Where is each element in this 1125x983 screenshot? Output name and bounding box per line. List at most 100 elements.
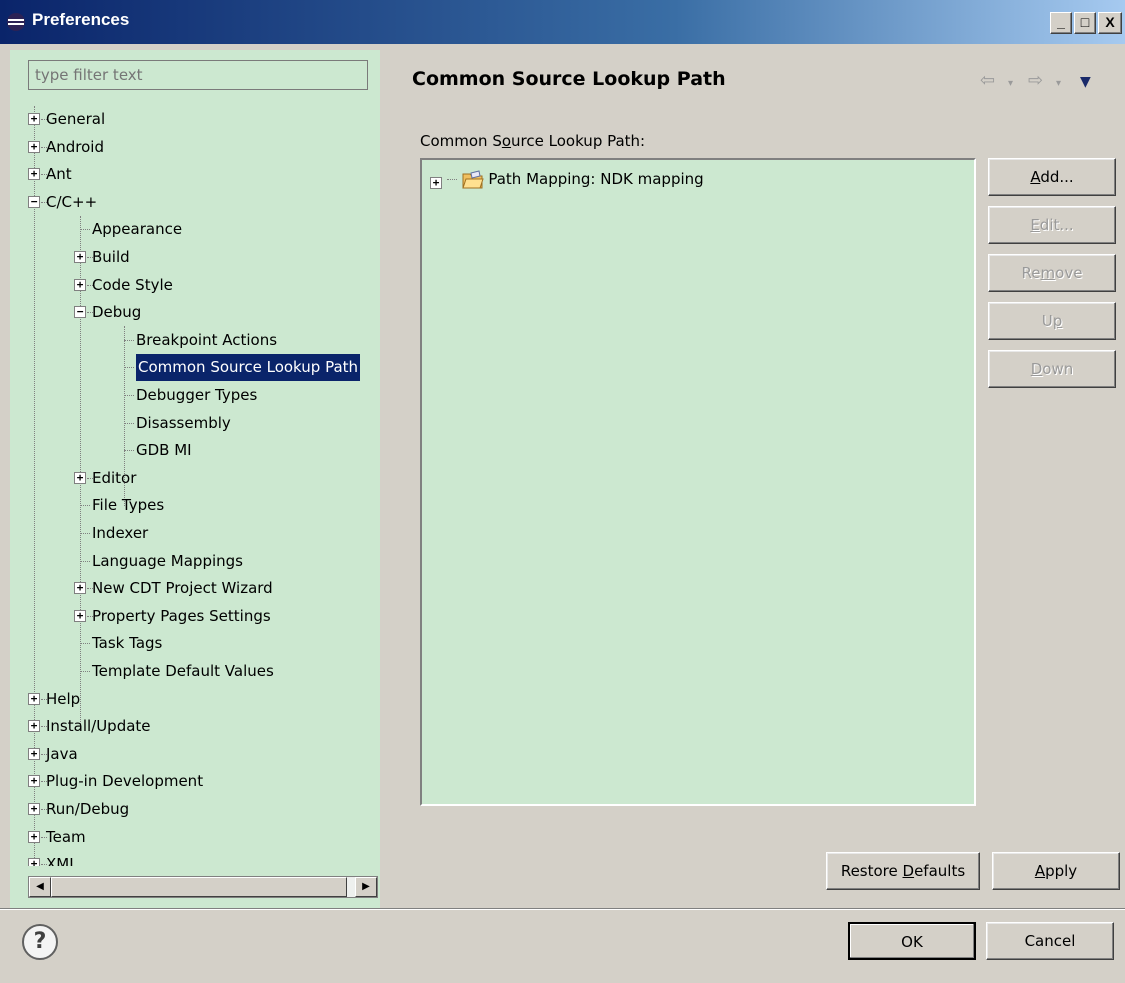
tree-item-label: Template Default Values	[92, 662, 274, 680]
tree-item[interactable]: − Debug	[10, 299, 380, 326]
tree-item[interactable]: + General	[10, 106, 380, 133]
scroll-thumb[interactable]	[51, 877, 347, 897]
tree-item[interactable]: GDB MI	[10, 437, 380, 464]
expand-icon[interactable]: +	[28, 858, 40, 866]
page-title: Common Source Lookup Path	[412, 68, 726, 90]
tree-connector	[124, 395, 134, 396]
tree-connector	[80, 533, 90, 534]
tree-item-label: Breakpoint Actions	[136, 331, 278, 349]
tree-item-label: GDB MI	[136, 441, 192, 459]
horizontal-scrollbar[interactable]: ◀ ▶	[28, 876, 378, 898]
tree-item-label: Team	[46, 828, 86, 846]
list-item-label: Path Mapping: NDK mapping	[488, 170, 704, 188]
tree-item[interactable]: Appearance	[10, 216, 380, 243]
edit-button[interactable]: Edit...	[988, 206, 1116, 244]
lookup-path-list[interactable]: + Path Mapping: NDK mapping	[420, 158, 976, 806]
view-menu-icon[interactable]: ▼	[1080, 74, 1091, 90]
tree-item[interactable]: + Code Style	[10, 272, 380, 299]
close-button[interactable]: X	[1098, 12, 1122, 34]
collapse-icon[interactable]: −	[74, 306, 86, 318]
tree-item[interactable]: File Types	[10, 492, 380, 519]
tree-item[interactable]: + Plug-in Development	[10, 768, 380, 795]
tree-item[interactable]: + Run/Debug	[10, 796, 380, 823]
expand-icon[interactable]: +	[430, 177, 442, 189]
tree-item[interactable]: + Java	[10, 741, 380, 768]
tree-item-label: Editor	[92, 469, 137, 487]
footer-separator	[0, 908, 1125, 910]
back-menu-icon[interactable]: ▾	[1008, 78, 1013, 89]
tree-item[interactable]: + Help	[10, 686, 380, 713]
tree-connector	[124, 423, 134, 424]
expand-icon[interactable]: +	[28, 748, 40, 760]
tree-item-label: File Types	[92, 496, 165, 514]
tree-item-label: Debug	[92, 303, 142, 321]
scroll-left-icon[interactable]: ◀	[29, 877, 51, 897]
tree-item[interactable]: Disassembly	[10, 410, 380, 437]
expand-icon[interactable]: +	[74, 610, 86, 622]
list-item[interactable]: + Path Mapping: NDK mapping	[430, 166, 704, 192]
expand-icon[interactable]: +	[74, 472, 86, 484]
tree-item[interactable]: Debugger Types	[10, 382, 380, 409]
forward-arrow-icon[interactable]: ⇨	[1028, 70, 1043, 91]
tree-item[interactable]: + Editor	[10, 465, 380, 492]
tree-item-label: Disassembly	[136, 414, 231, 432]
cancel-button[interactable]: Cancel	[986, 922, 1114, 960]
maximize-button[interactable]: □	[1074, 12, 1096, 34]
tree-item[interactable]: Language Mappings	[10, 548, 380, 575]
tree-item-label: Install/Update	[46, 717, 151, 735]
window-title: Preferences	[32, 10, 130, 29]
expand-icon[interactable]: +	[74, 582, 86, 594]
expand-icon[interactable]: +	[28, 141, 40, 153]
add-button[interactable]: Add...	[988, 158, 1116, 196]
tree-item-label: XML	[46, 855, 78, 866]
remove-button[interactable]: Remove	[988, 254, 1116, 292]
tree-item[interactable]: − C/C++	[10, 189, 380, 216]
tree-item[interactable]: Template Default Values	[10, 658, 380, 685]
expand-icon[interactable]: +	[28, 803, 40, 815]
eclipse-icon	[7, 13, 25, 31]
down-button[interactable]: Down	[988, 350, 1116, 388]
apply-button[interactable]: Apply	[992, 852, 1120, 890]
preferences-nav-panel: +General+Android+Ant−C/C++ Appearance +Bui…	[10, 50, 380, 908]
tree-item[interactable]: + New CDT Project Wizard	[10, 575, 380, 602]
tree-item[interactable]: + XML	[10, 851, 380, 866]
minimize-button[interactable]: _	[1050, 12, 1072, 34]
expand-icon[interactable]: +	[28, 831, 40, 843]
tree-item[interactable]: + Build	[10, 244, 380, 271]
tree-connector	[80, 505, 90, 506]
scroll-right-icon[interactable]: ▶	[355, 877, 377, 897]
tree-connector	[124, 450, 134, 451]
tree-item[interactable]: + Install/Update	[10, 713, 380, 740]
expand-icon[interactable]: +	[28, 720, 40, 732]
restore-defaults-button[interactable]: Restore Defaults	[826, 852, 980, 890]
tree-item[interactable]: + Property Pages Settings	[10, 603, 380, 630]
expand-icon[interactable]: +	[28, 775, 40, 787]
tree-item[interactable]: Task Tags	[10, 630, 380, 657]
tree-item-label: Appearance	[92, 220, 183, 238]
tree-item[interactable]: Indexer	[10, 520, 380, 547]
back-arrow-icon[interactable]: ⇦	[980, 70, 995, 91]
expand-icon[interactable]: +	[74, 251, 86, 263]
filter-input[interactable]	[28, 60, 368, 90]
up-button[interactable]: Up	[988, 302, 1116, 340]
forward-menu-icon[interactable]: ▾	[1056, 78, 1061, 89]
expand-icon[interactable]: +	[28, 693, 40, 705]
ok-button[interactable]: OK	[848, 922, 976, 960]
tree-item[interactable]: + Android	[10, 134, 380, 161]
tree-connector	[80, 561, 90, 562]
tree-item-label: New CDT Project Wizard	[92, 579, 273, 597]
tree-item[interactable]: + Ant	[10, 161, 380, 188]
tree-item[interactable]: + Team	[10, 824, 380, 851]
tree-item[interactable]: Common Source Lookup Path	[10, 354, 380, 381]
folder-path-icon	[461, 169, 484, 188]
title-bar[interactable]: Preferences _ □ X	[0, 0, 1125, 44]
tree-connector	[80, 643, 90, 644]
expand-icon[interactable]: +	[28, 168, 40, 180]
help-icon[interactable]: ?	[22, 924, 58, 960]
collapse-icon[interactable]: −	[28, 196, 40, 208]
expand-icon[interactable]: +	[74, 279, 86, 291]
expand-icon[interactable]: +	[28, 113, 40, 125]
tree-connector	[124, 340, 134, 341]
tree-item-label: Java	[46, 745, 78, 763]
tree-item[interactable]: Breakpoint Actions	[10, 327, 380, 354]
